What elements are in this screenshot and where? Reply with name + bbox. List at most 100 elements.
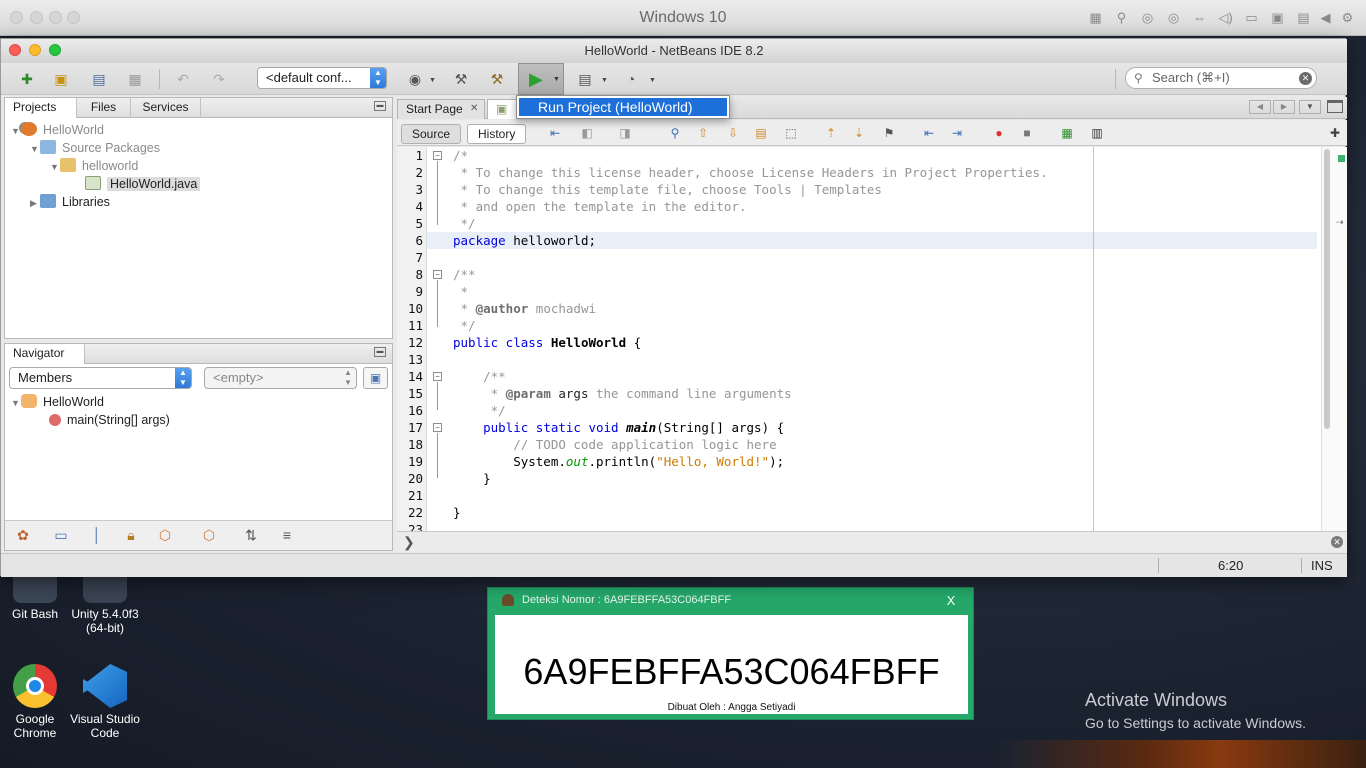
fqn-filter-icon[interactable]: ⬡ [199,525,219,545]
search-input[interactable]: ⚲ Search (⌘+I) ✕ [1125,67,1317,89]
shift-left-icon[interactable]: ⇤ [921,125,937,141]
split-editor-icon[interactable]: ✚ [1327,125,1343,141]
expand-arrow-icon[interactable]: ▼ [50,158,60,176]
tab-navigator[interactable]: Navigator✕ [5,344,85,380]
error-stripe[interactable]: ⇢ [1321,147,1347,569]
nav-tree-method[interactable]: main(String[] args) [49,411,170,429]
fold-icon[interactable]: − [433,372,442,381]
history-view-button[interactable]: History [467,124,527,144]
expand-output-icon[interactable]: ❯ [403,534,415,551]
profile-icon[interactable]: ◔ [619,67,643,91]
tree-libraries[interactable]: ▶ Libraries [30,193,110,211]
filter-select[interactable]: <empty> ▲ ▼ [204,367,357,389]
find-icon[interactable]: ⚲ [667,125,683,141]
tree-source-packages[interactable]: ▼ Source Packages [30,139,160,157]
tab-start-page[interactable]: Start Page ✕ [397,99,485,119]
static-filter-icon[interactable]: │ [87,525,107,545]
desktop-icon-vscode[interactable]: Visual Studio Code [70,664,140,740]
minimize-panel-icon[interactable]: ▬ [374,101,386,111]
find-next-icon[interactable]: ⇩ [725,125,741,141]
last-edit-icon[interactable]: ⇤ [547,125,563,141]
configuration-select[interactable]: <default conf... ▲ ▼ [257,67,387,89]
members-select[interactable]: Members ▲ ▼ [9,367,192,389]
nav-tree-class[interactable]: ▼ HelloWorld [11,393,104,411]
rectangular-selection-icon[interactable]: ⬚ [783,125,799,141]
chevron-down-icon[interactable]: ▼ [649,77,656,84]
disc-icon[interactable]: ◎ [1140,10,1155,25]
fold-icon[interactable]: − [433,423,442,432]
back-icon[interactable]: ◀ [1318,10,1333,25]
chevron-down-icon[interactable]: ▼ [601,77,608,84]
desktop-icon-chrome[interactable]: Google Chrome [0,664,70,740]
debug-icon[interactable]: ▤ [573,67,597,91]
close-output-icon[interactable]: ✕ [1331,536,1343,548]
scroll-left-icon[interactable]: ◀ [1249,100,1271,114]
shift-right-icon[interactable]: ⇥ [949,125,965,141]
toggle-highlight-icon[interactable]: ▤ [753,125,769,141]
tree-project[interactable]: ▼ HelloWorld [11,121,104,139]
undo-icon[interactable]: ↶ [171,67,195,91]
find-previous-icon[interactable]: ⇧ [695,125,711,141]
redo-icon[interactable]: ↷ [207,67,231,91]
minimize-panel-icon[interactable]: ▬ [374,347,386,357]
toggle-bookmark-icon[interactable]: ⚑ [881,125,897,141]
expand-arrow-icon[interactable]: ▼ [11,122,21,140]
open-project-icon[interactable]: ▤ [87,67,111,91]
private-filter-icon[interactable]: 🔒︎ [121,525,141,545]
code-editor[interactable]: 1 2 3 4 5 6 7 8 9 10 11 12 13 14 15 16 17 18 19 20 21 22 23 − … [397,147,1347,569]
menu-item-run-project[interactable]: Run Project (HelloWorld) [519,98,727,116]
sort-source-icon[interactable]: ≡ [277,525,297,545]
new-project-icon[interactable]: ▣ [49,67,73,91]
inherited-members-icon[interactable]: ✿ [13,525,33,545]
configure-icon[interactable]: ▣ [363,367,388,389]
maximize-window-icon[interactable] [1327,100,1343,113]
tab-files[interactable]: Files [77,98,131,118]
camera-icon[interactable]: ▤ [1296,10,1311,25]
build-hammer-icon[interactable]: ⚒ [449,67,473,91]
expand-arrow-icon[interactable]: ▼ [30,140,40,158]
forward-icon[interactable]: ◨ [617,125,633,141]
fields-filter-icon[interactable]: ▭ [51,525,71,545]
documents-dropdown-icon[interactable]: ▼ [1299,100,1321,114]
comment-icon[interactable]: ▦ [1059,125,1075,141]
back-icon[interactable]: ◧ [579,125,595,141]
source-view-button[interactable]: Source [401,124,462,144]
next-bookmark-icon[interactable]: ⇣ [851,125,867,141]
fold-icon[interactable]: − [433,151,442,160]
tree-file[interactable]: HelloWorld.java [85,175,201,193]
gear-icon[interactable]: ⚙ [1340,10,1355,25]
tab-services[interactable]: Services [131,98,201,118]
audio-icon[interactable]: ◁) [1218,10,1233,25]
desktop-icon-unity[interactable]: Unity 5.4.0f3 (64-bit) [70,575,140,635]
keyboard-icon[interactable]: ▦ [1088,10,1103,25]
network-icon[interactable]: ⇔ [1192,10,1207,25]
scroll-right-icon[interactable]: ▶ [1273,100,1295,114]
close-button[interactable]: X [936,590,966,612]
clear-search-icon[interactable]: ✕ [1299,72,1312,85]
chevron-down-icon[interactable]: ▼ [553,76,560,83]
desktop-icon-git-bash[interactable]: Git Bash [0,575,70,621]
vertical-scrollbar[interactable] [1324,149,1330,429]
folder-share-icon[interactable]: ▣ [1270,10,1285,25]
uncomment-icon[interactable]: ▥ [1089,125,1105,141]
fold-icon[interactable]: − [433,270,442,279]
collapse-arrow-icon[interactable]: ▶ [30,194,40,212]
globe-icon[interactable]: ◉ [403,67,427,91]
stop-macro-icon[interactable]: ■ [1019,125,1035,141]
tab-projects[interactable]: Projects✕ [5,98,77,134]
display-icon[interactable]: ▭ [1244,10,1259,25]
run-button[interactable]: ▶ ▼ [518,63,564,95]
usb-icon[interactable]: ⚲ [1114,10,1129,25]
inner-class-filter-icon[interactable]: ⬡ [155,525,175,545]
expand-arrow-icon[interactable]: ▼ [11,394,21,412]
record-macro-icon[interactable]: ● [991,125,1007,141]
close-tab-icon[interactable]: ✕ [470,100,478,118]
new-file-icon[interactable]: ✚ [15,67,39,91]
sort-name-icon[interactable]: ⇅ [241,525,261,545]
disc2-icon[interactable]: ◎ [1166,10,1181,25]
clean-build-icon[interactable]: ⚒ [485,67,509,91]
previous-bookmark-icon[interactable]: ⇡ [823,125,839,141]
chevron-down-icon[interactable]: ▼ [429,77,436,84]
tree-package[interactable]: ▼ helloworld [50,157,138,175]
save-all-icon[interactable]: ▦ [123,67,147,91]
